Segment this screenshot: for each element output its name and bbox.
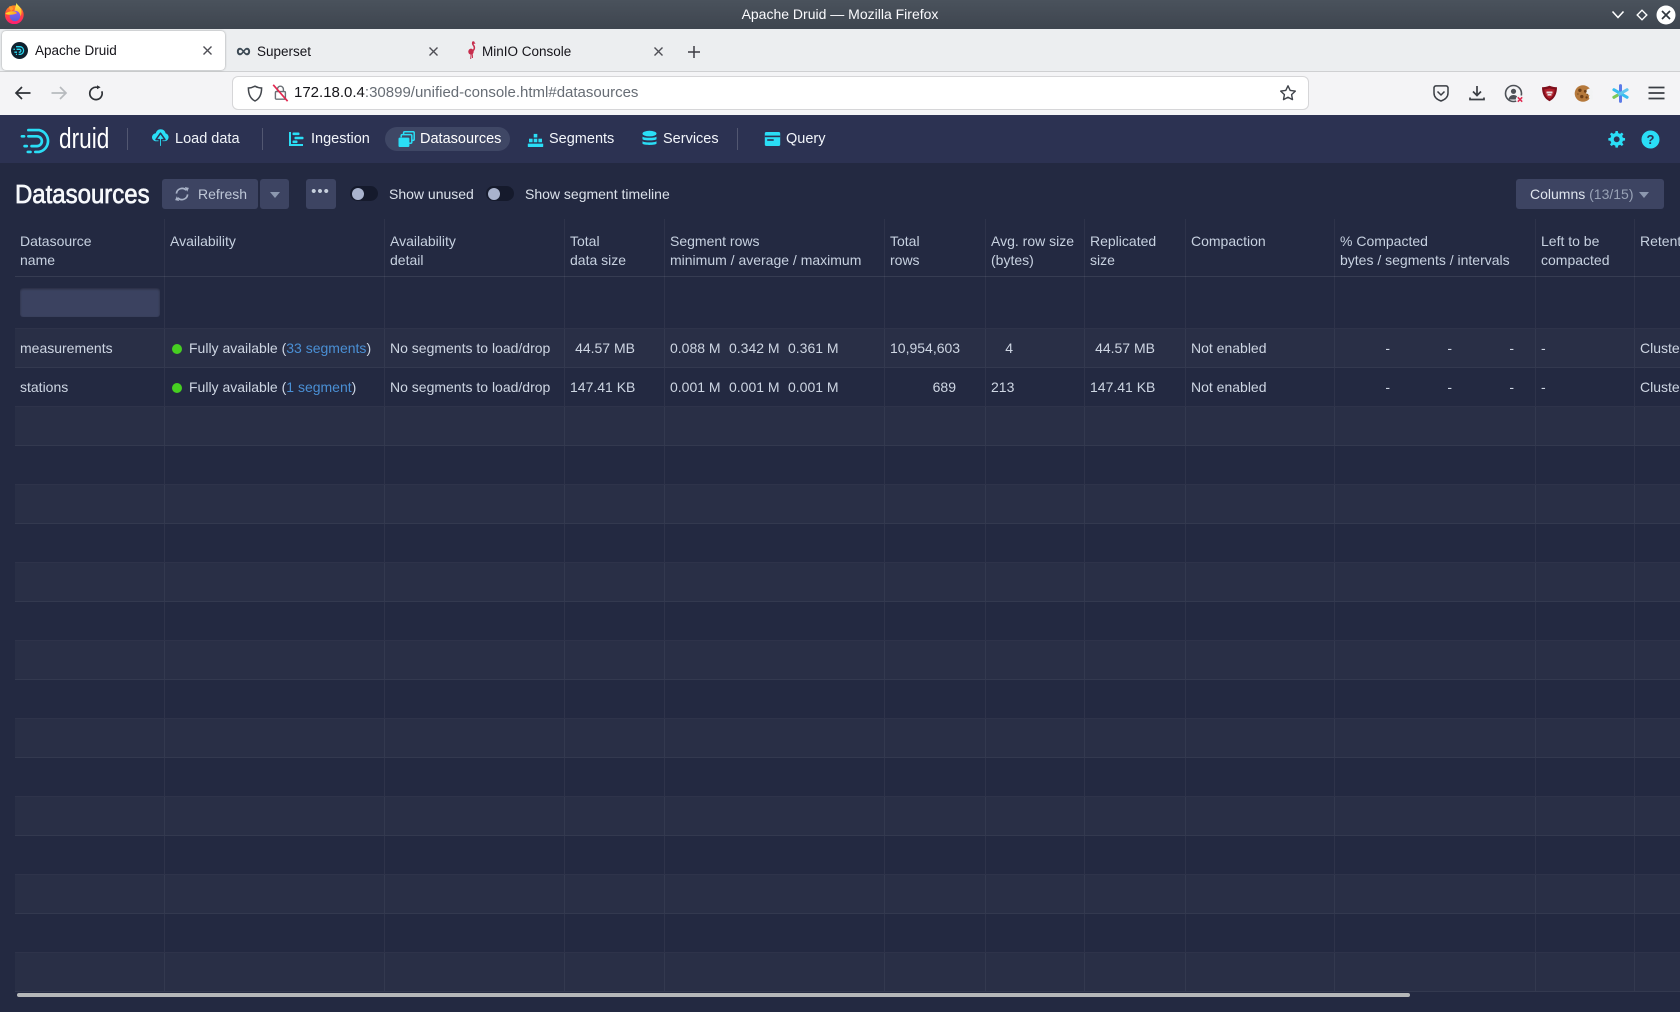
svg-text:?: ? xyxy=(1647,132,1655,147)
